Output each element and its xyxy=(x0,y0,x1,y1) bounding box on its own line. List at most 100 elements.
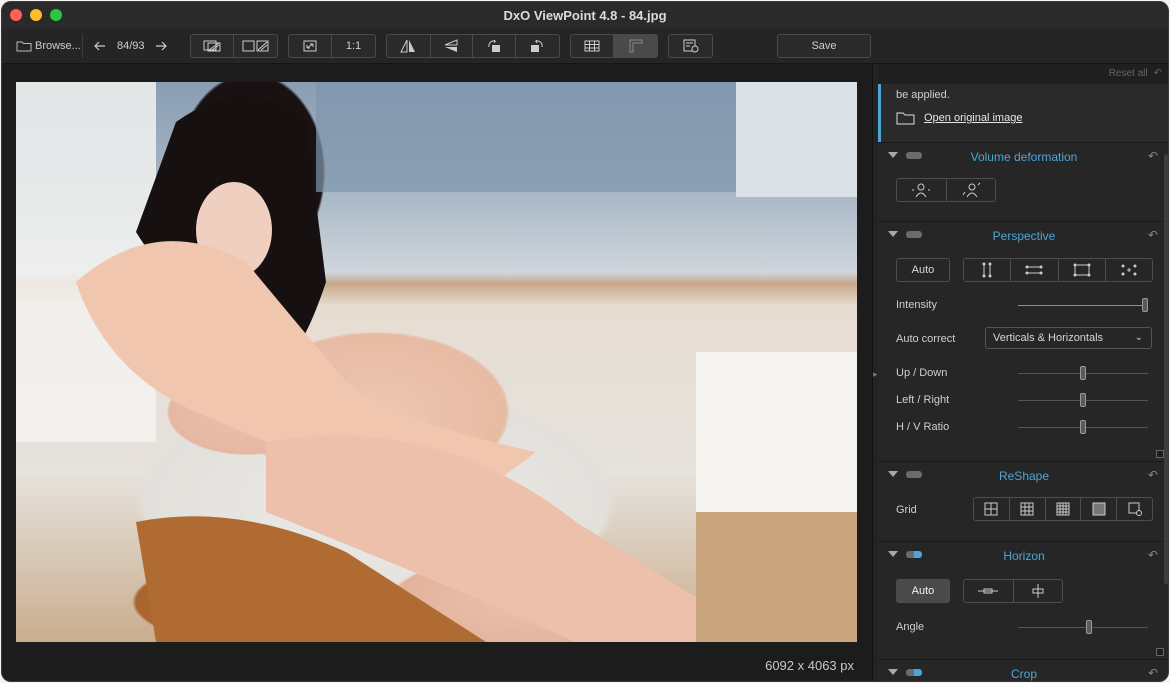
rectangle-mode-button[interactable] xyxy=(1059,259,1106,281)
zoom-group: 1:1 xyxy=(288,34,376,58)
folder-icon xyxy=(16,41,32,52)
section-collapse-handle[interactable] xyxy=(1156,648,1164,656)
crop-header[interactable]: Crop ↶ xyxy=(878,660,1168,681)
perspective-section: Perspective ↶ Auto Intensity Auto correc… xyxy=(878,221,1168,461)
reset-all-button[interactable]: Reset all ↶ xyxy=(1109,68,1162,79)
horizon-auto-button[interactable]: Auto xyxy=(896,579,950,603)
reshape-section: ReShape ↶ Grid xyxy=(878,461,1168,541)
split-view-button[interactable] xyxy=(234,35,277,57)
reshape-reset-icon[interactable]: ↶ xyxy=(1148,468,1158,482)
volume-header[interactable]: Volume deformation ↶ xyxy=(878,143,1168,169)
crop-section: Crop ↶ xyxy=(878,659,1168,681)
grid-4x4-button[interactable] xyxy=(1046,498,1082,520)
fit-to-screen-button[interactable] xyxy=(289,35,333,57)
before-after-icon xyxy=(203,40,221,52)
grid-custom-button[interactable] xyxy=(1117,498,1152,520)
perspective-mode-buttons xyxy=(963,258,1153,282)
person-tilt-icon xyxy=(962,182,981,198)
verticals-icon xyxy=(982,262,992,278)
rotate-right-icon xyxy=(531,39,543,52)
auto-correct-label: Auto correct xyxy=(896,333,956,345)
grid-overlay-button[interactable] xyxy=(571,35,615,57)
grid-label: Grid xyxy=(896,504,917,516)
hvratio-slider-knob[interactable] xyxy=(1080,420,1086,434)
perspective-header[interactable]: Perspective ↶ xyxy=(878,222,1168,248)
volume-person-tilt-button[interactable] xyxy=(947,179,996,201)
horizon-header[interactable]: Horizon ↶ xyxy=(878,542,1168,568)
open-original-link[interactable]: Open original image xyxy=(896,111,1022,125)
reset-bar: Reset all ↶ xyxy=(878,64,1168,84)
volume-buttons xyxy=(896,178,996,202)
updown-label: Up / Down xyxy=(896,367,948,379)
reshape-grid-buttons xyxy=(973,497,1153,521)
previous-image-button[interactable] xyxy=(94,34,106,58)
horizon-reset-icon[interactable]: ↶ xyxy=(1148,548,1158,562)
intensity-slider-knob[interactable] xyxy=(1142,298,1148,312)
photo-shapes xyxy=(16,82,857,642)
auto-correct-select[interactable]: Verticals & Horizontals ⌄ xyxy=(985,327,1152,349)
crop-reset-icon[interactable]: ↶ xyxy=(1148,666,1158,680)
export-settings-button[interactable] xyxy=(668,34,713,58)
zoom-100-button[interactable]: 1:1 xyxy=(332,35,375,57)
person-icon xyxy=(912,183,931,198)
rotate-left-button[interactable] xyxy=(473,35,516,57)
toolbar-divider xyxy=(82,34,83,58)
leftright-label: Left / Right xyxy=(896,394,950,406)
horizontals-mode-button[interactable] xyxy=(1011,259,1059,281)
horizon-mode-buttons xyxy=(963,579,1063,603)
save-button[interactable]: Save xyxy=(777,34,871,58)
image-counter: 84/93 xyxy=(117,40,145,52)
eight-point-mode-button[interactable] xyxy=(1106,259,1152,281)
volume-person-button[interactable] xyxy=(897,179,947,201)
grid-3x3-icon xyxy=(1020,502,1034,516)
minimize-window-button[interactable] xyxy=(30,9,42,21)
updown-slider[interactable] xyxy=(1018,366,1148,380)
tools-panel: Reset all ↶ be applied. Open original im… xyxy=(878,64,1168,681)
rotate-right-button[interactable] xyxy=(516,35,559,57)
reshape-header[interactable]: ReShape ↶ xyxy=(878,462,1168,488)
close-window-button[interactable] xyxy=(10,9,22,21)
horizon-title: Horizon xyxy=(1003,549,1045,563)
angle-slider-knob[interactable] xyxy=(1086,620,1092,634)
hvratio-slider[interactable] xyxy=(1018,420,1148,434)
app-window: DxO ViewPoint 4.8 - 84.jpg Browse... 84/… xyxy=(1,1,1169,682)
before-after-button[interactable] xyxy=(191,35,235,57)
grid-3x3-button[interactable] xyxy=(1010,498,1046,520)
grid-dense-button[interactable] xyxy=(1081,498,1118,520)
toolbar: Browse... 84/93 1:1 Save xyxy=(2,28,1168,64)
export-settings-icon xyxy=(683,39,698,53)
hvratio-label: H / V Ratio xyxy=(896,421,950,433)
flip-vertical-button[interactable] xyxy=(431,35,474,57)
leftright-slider-knob[interactable] xyxy=(1080,393,1086,407)
split-view-icon xyxy=(242,40,268,52)
leftright-slider[interactable] xyxy=(1018,393,1148,407)
verticals-mode-button[interactable] xyxy=(964,259,1012,281)
flip-horizontal-button[interactable] xyxy=(387,35,431,57)
horizon-horizontal-button[interactable] xyxy=(964,580,1014,602)
browse-button[interactable]: Browse... xyxy=(16,34,81,58)
angle-slider[interactable] xyxy=(1018,620,1148,634)
collapse-arrow-icon[interactable]: ▸ xyxy=(873,369,878,380)
flip-vertical-icon xyxy=(445,39,458,52)
horizon-vertical-button[interactable] xyxy=(1014,580,1063,602)
next-image-button[interactable] xyxy=(155,34,167,58)
perspective-auto-button[interactable]: Auto xyxy=(896,258,950,282)
updown-slider-knob[interactable] xyxy=(1080,366,1086,380)
grid-2x2-button[interactable] xyxy=(974,498,1010,520)
intensity-slider[interactable] xyxy=(1018,298,1148,312)
section-collapse-handle[interactable] xyxy=(1156,450,1164,458)
volume-reset-icon[interactable]: ↶ xyxy=(1148,149,1158,163)
zoom-window-button[interactable] xyxy=(50,9,62,21)
guides-icon xyxy=(629,39,642,53)
image-viewer: 6092 x 4063 px xyxy=(2,64,872,681)
arrow-right-icon xyxy=(156,41,167,51)
panel-scrollbar[interactable] xyxy=(1164,154,1168,584)
guides-button[interactable] xyxy=(614,35,657,57)
photo-canvas[interactable] xyxy=(16,82,857,642)
rotate-left-icon xyxy=(488,39,500,52)
perspective-reset-icon[interactable]: ↶ xyxy=(1148,228,1158,242)
volume-deformation-section: Volume deformation ↶ xyxy=(878,142,1168,221)
rectangle-icon xyxy=(1073,263,1091,277)
grid-2x2-icon xyxy=(984,502,998,516)
points-icon xyxy=(1121,264,1137,276)
